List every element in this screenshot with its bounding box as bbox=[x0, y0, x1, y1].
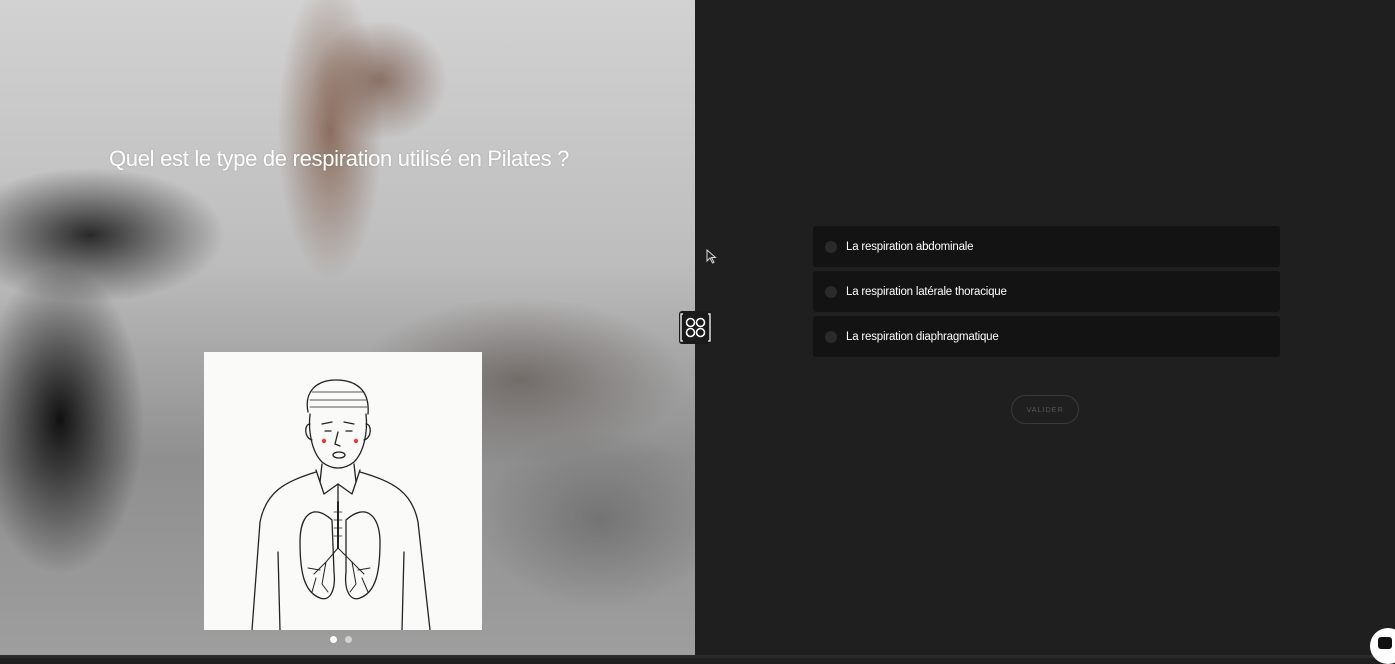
brand-logo-icon bbox=[679, 311, 712, 344]
carousel-dots bbox=[330, 636, 352, 643]
chat-icon[interactable] bbox=[1370, 628, 1395, 664]
question-title: Quel est le type de respiration utilisé … bbox=[109, 146, 570, 171]
carousel-dot-1[interactable] bbox=[330, 636, 337, 643]
lungs-illustration-icon bbox=[251, 379, 431, 630]
validate-button[interactable]: VALIDER bbox=[1011, 395, 1079, 424]
answer-option-2[interactable]: La respiration latérale thoracique bbox=[813, 271, 1280, 312]
answer-label: La respiration latérale thoracique bbox=[846, 285, 1007, 298]
carousel-dot-2[interactable] bbox=[345, 636, 352, 643]
answer-label: La respiration abdominale bbox=[846, 240, 974, 253]
radio-button[interactable] bbox=[825, 285, 837, 298]
lungs-illustration bbox=[204, 352, 482, 630]
answer-option-1[interactable]: La respiration abdominale bbox=[813, 226, 1280, 267]
answer-list: La respiration abdominale La respiration… bbox=[813, 226, 1280, 361]
radio-button[interactable] bbox=[825, 330, 837, 343]
radio-button[interactable] bbox=[825, 240, 837, 253]
answer-label: La respiration diaphragmatique bbox=[846, 330, 999, 343]
answer-option-3[interactable]: La respiration diaphragmatique bbox=[813, 316, 1280, 357]
question-media-panel: Quel est le type de respiration utilisé … bbox=[0, 0, 695, 655]
mouse-cursor-icon bbox=[706, 248, 717, 269]
